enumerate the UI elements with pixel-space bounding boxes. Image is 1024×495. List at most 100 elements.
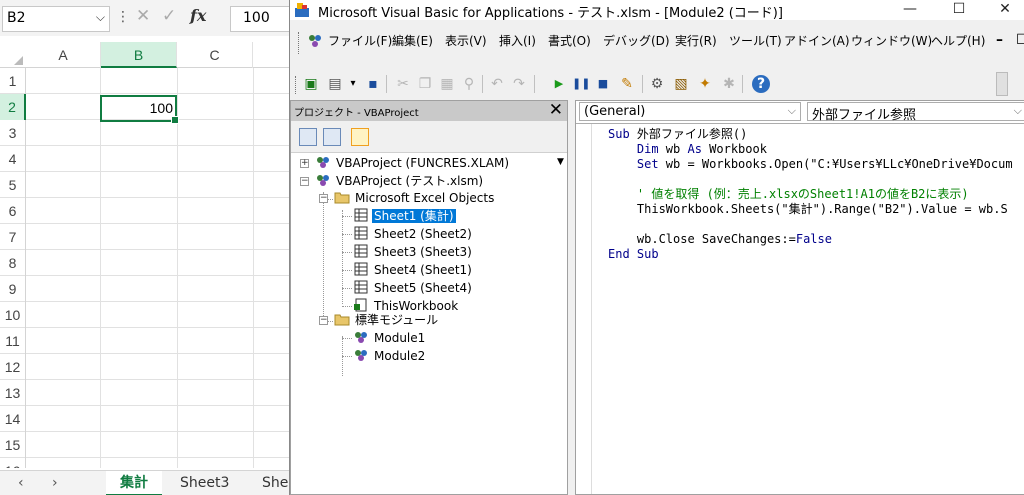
sheet-tab-summary[interactable]: 集計 — [106, 471, 162, 495]
folder-icon — [334, 314, 350, 326]
row-header[interactable]: 1 — [0, 68, 26, 94]
insert-userform-icon[interactable]: ▤ — [326, 75, 344, 93]
menu-help[interactable]: ヘルプ(H) — [931, 32, 985, 49]
object-browser-icon[interactable]: ✦ — [696, 75, 714, 93]
tree-node-funcres[interactable]: VBAProject (FUNCRES.XLAM) — [315, 154, 511, 172]
name-box[interactable]: B2 ⌵ — [2, 6, 110, 32]
row-header[interactable]: 7 — [0, 224, 26, 250]
sheet-tab-truncated[interactable]: She — [248, 471, 290, 495]
chevron-down-icon[interactable]: ⌵ — [96, 10, 105, 25]
object-dropdown[interactable]: (General) ⌵ — [579, 102, 801, 121]
tree-node-sheet2[interactable]: Sheet2 (Sheet2) — [353, 225, 474, 243]
menu-debug[interactable]: デバッグ(D) — [603, 32, 670, 49]
collapse-toggle[interactable]: − — [319, 194, 328, 203]
find-icon[interactable]: ⚲ — [460, 75, 478, 93]
reset-icon[interactable]: ■ — [594, 75, 612, 93]
row-header[interactable]: 10 — [0, 302, 26, 328]
undo-icon[interactable]: ↶ — [488, 75, 506, 93]
row-header[interactable]: 5 — [0, 172, 26, 198]
sheet-tab-sheet3[interactable]: Sheet3 — [166, 471, 243, 495]
column-header-b[interactable]: B — [101, 42, 177, 68]
menu-tools[interactable]: ツール(T) — [729, 32, 782, 49]
menu-edit[interactable]: 編集(E) — [392, 32, 433, 49]
toolbox-icon[interactable]: ✱ — [720, 75, 738, 93]
menu-grip[interactable] — [298, 32, 301, 54]
row-header[interactable]: 3 — [0, 120, 26, 146]
collapse-toggle[interactable]: − — [300, 177, 309, 186]
menu-file[interactable]: ファイル(F) — [328, 32, 392, 49]
row-header[interactable]: 6 — [0, 198, 26, 224]
toolbar-overflow[interactable] — [996, 72, 1008, 96]
scroll-right-icon[interactable]: › — [52, 475, 58, 491]
collapse-toggle[interactable]: − — [319, 316, 328, 325]
check-icon[interactable]: ✓ — [162, 6, 176, 26]
insert-dropdown-icon[interactable]: ▾ — [344, 75, 362, 93]
project-explorer-icon[interactable]: ⚙ — [648, 75, 666, 93]
cut-icon[interactable]: ✂ — [394, 75, 412, 93]
row-header[interactable]: 13 — [0, 380, 26, 406]
tree-node-sheet1[interactable]: Sheet1 (集計) — [353, 207, 456, 225]
cancel-icon[interactable]: ✕ — [136, 6, 150, 26]
maximize-button[interactable]: ☐ — [936, 0, 982, 20]
tree-node-module1[interactable]: Module1 — [353, 329, 427, 347]
row-header[interactable]: 8 — [0, 250, 26, 276]
tree-node-sheet5[interactable]: Sheet5 (Sheet4) — [353, 279, 474, 297]
expand-toggle[interactable]: + — [300, 159, 309, 168]
view-code-icon[interactable] — [299, 128, 317, 146]
row-header[interactable]: 14 — [0, 406, 26, 432]
tree-node-sheet4[interactable]: Sheet4 (Sheet1) — [353, 261, 474, 279]
cell-grid[interactable]: 1 2 3 4 5 6 7 8 9 10 11 12 13 14 15 16 — [0, 68, 290, 468]
formula-input[interactable]: 100 — [230, 6, 290, 32]
menu-view[interactable]: 表示(V) — [445, 32, 487, 49]
active-cell-b2[interactable]: 100 — [100, 95, 179, 124]
row-header[interactable]: 12 — [0, 354, 26, 380]
chevron-down-icon[interactable]: ⌵ — [1014, 104, 1022, 118]
column-header-c[interactable]: C — [177, 42, 253, 68]
menu-insert[interactable]: 挿入(I) — [499, 32, 536, 49]
toolbar-grip[interactable] — [295, 76, 298, 94]
copy-icon[interactable]: ❐ — [416, 75, 434, 93]
view-excel-icon[interactable]: ▣ — [302, 75, 320, 93]
tree-node-module2[interactable]: Module2 — [353, 347, 427, 365]
insert-function-icon[interactable]: fx — [190, 6, 206, 25]
child-close-icon[interactable]: ☐ — [1016, 32, 1024, 48]
code-editor[interactable]: Sub 外部ファイル参照() Dim wb As Workbook Set wb… — [576, 123, 1024, 494]
properties-window-icon[interactable]: ▧ — [672, 75, 690, 93]
tree-node-test-xlsm[interactable]: VBAProject (テスト.xlsm) — [315, 172, 485, 190]
column-header-a[interactable]: A — [26, 42, 101, 68]
procedure-dropdown[interactable]: 外部ファイル参照 ⌵ — [807, 102, 1024, 123]
row-header[interactable]: 4 — [0, 146, 26, 172]
view-object-icon[interactable] — [323, 128, 341, 146]
menu-addins[interactable]: アドイン(A) — [784, 32, 850, 49]
row-header[interactable]: 9 — [0, 276, 26, 302]
help-icon[interactable]: ? — [752, 75, 770, 93]
more-options-icon[interactable]: ⋮ — [116, 9, 130, 25]
run-icon[interactable]: ▶ — [550, 75, 568, 93]
margin-indicator-bar[interactable] — [576, 124, 592, 494]
tree-node-sheet3[interactable]: Sheet3 (Sheet3) — [353, 243, 474, 261]
row-header[interactable]: 2 — [0, 94, 26, 120]
tree-node-excel-objects[interactable]: Microsoft Excel Objects — [334, 189, 496, 207]
minimize-button[interactable]: — — [887, 0, 933, 20]
paste-icon[interactable]: ▦ — [438, 75, 456, 93]
child-minimize-icon[interactable]: – — [996, 32, 1003, 48]
row-header[interactable]: 11 — [0, 328, 26, 354]
row-header[interactable]: 15 — [0, 432, 26, 458]
row-header[interactable]: 16 — [0, 458, 26, 468]
close-button[interactable]: ✕ — [982, 0, 1024, 20]
toggle-folders-icon[interactable] — [351, 128, 369, 146]
break-icon[interactable]: ❚❚ — [572, 75, 590, 93]
scroll-left-icon[interactable]: ‹ — [18, 475, 24, 491]
tree-node-standard-modules[interactable]: 標準モジュール — [334, 311, 440, 329]
save-icon[interactable]: ▪ — [364, 75, 382, 93]
select-all-corner[interactable] — [0, 42, 26, 68]
menu-format[interactable]: 書式(O) — [548, 32, 591, 49]
excel-objects-icon[interactable] — [306, 32, 324, 50]
design-mode-icon[interactable]: ✎ — [618, 75, 636, 93]
chevron-down-icon[interactable]: ⌵ — [788, 104, 796, 118]
menu-run[interactable]: 実行(R) — [675, 32, 717, 49]
code-window: (General) ⌵ 外部ファイル参照 ⌵ Sub 外部ファイル参照() Di… — [575, 100, 1024, 495]
menu-window[interactable]: ウィンドウ(W) — [851, 32, 932, 49]
close-icon[interactable]: ✕ — [549, 100, 563, 120]
redo-icon[interactable]: ↷ — [510, 75, 528, 93]
